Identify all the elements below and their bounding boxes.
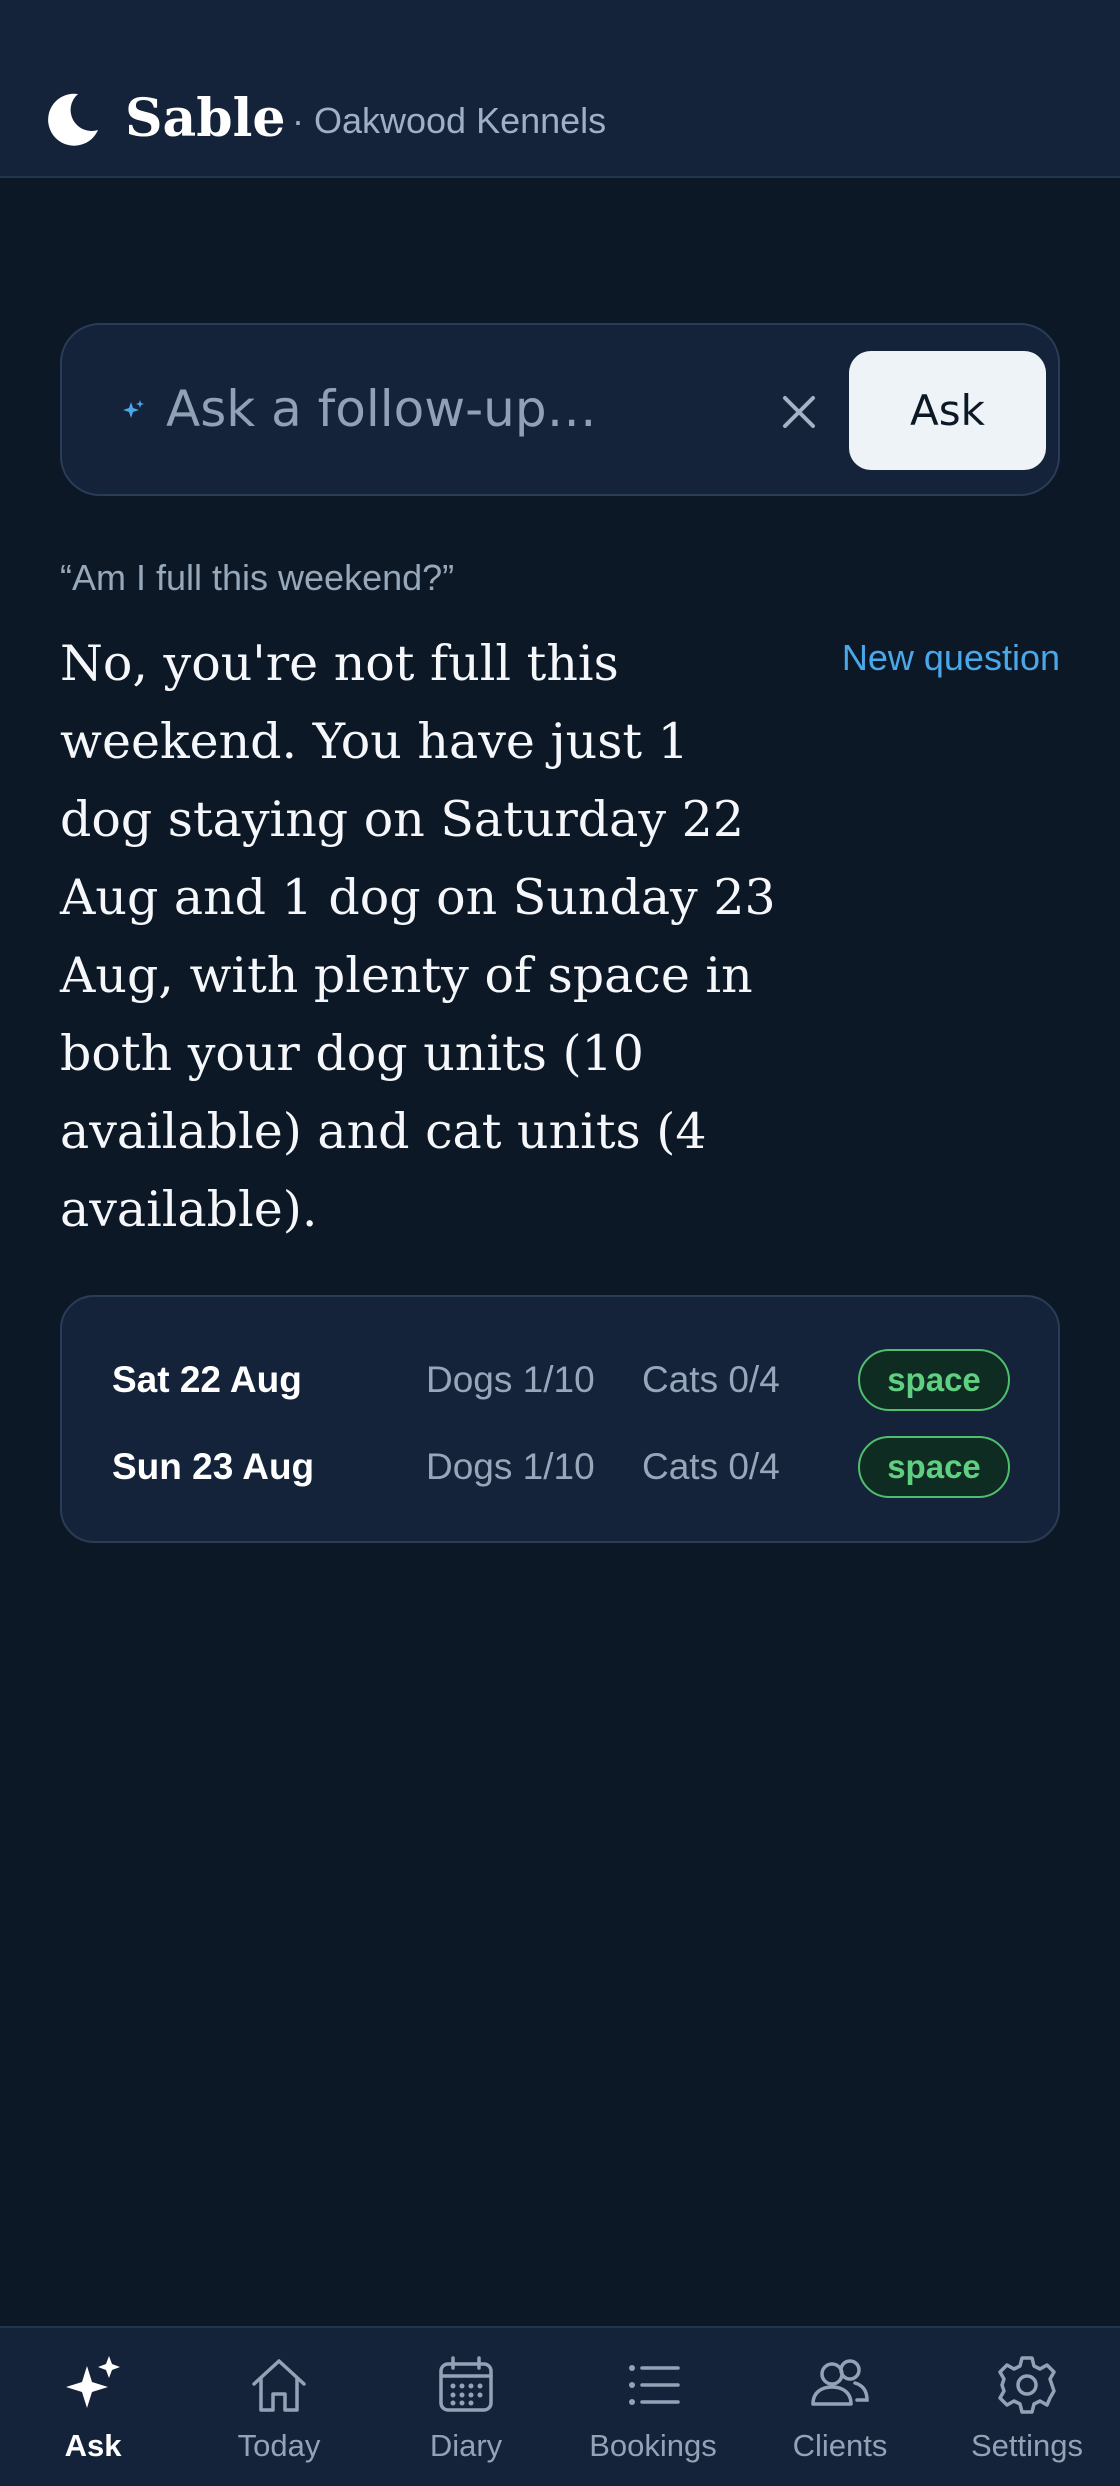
answer-text: No, you're not full this weekend. You ha… [60, 635, 776, 1238]
status-badge: space [858, 1349, 1010, 1411]
app-header: Sable · Oakwood Kennels [0, 0, 1120, 178]
nav-item-ask[interactable]: Ask [0, 2328, 186, 2486]
availability-card: Sat 22 Aug Dogs 1/10 Cats 0/4 space Sun … [60, 1295, 1060, 1543]
calendar-icon [439, 2356, 493, 2412]
row-cats: Cats 0/4 [642, 1359, 780, 1400]
app-root: Sable · Oakwood Kennels Ask “Am I full t… [0, 0, 1120, 2486]
nav-item-today[interactable]: Today [186, 2328, 372, 2486]
sparkle-icon [123, 400, 144, 418]
row-date: Sat 22 Aug [112, 1359, 302, 1400]
row-dogs: Dogs 1/10 [426, 1359, 595, 1400]
gear-icon [998, 2356, 1056, 2414]
users-icon [811, 2359, 869, 2406]
availability-row: Sun 23 Aug Dogs 1/10 Cats 0/4 space [62, 1436, 1062, 1502]
nav-item-settings[interactable]: Settings [934, 2328, 1120, 2486]
ask-box: Ask [60, 323, 1060, 496]
nav-label: Clients [792, 2428, 888, 2463]
sparkles-icon [66, 2356, 120, 2408]
follow-up-input[interactable] [166, 369, 726, 449]
asked-question: “Am I full this weekend?” [60, 557, 455, 598]
nav-label: Diary [429, 2428, 503, 2463]
nav-label: Bookings [589, 2428, 717, 2463]
status-badge: space [858, 1436, 1010, 1498]
availability-row: Sat 22 Aug Dogs 1/10 Cats 0/4 space [62, 1349, 1062, 1415]
nav-label: Today [237, 2428, 321, 2463]
row-cats: Cats 0/4 [642, 1446, 780, 1487]
close-icon[interactable] [774, 387, 824, 437]
ask-button[interactable]: Ask [849, 351, 1046, 470]
home-icon [252, 2359, 306, 2412]
nav-label: Ask [64, 2428, 122, 2463]
nav-label: Settings [970, 2428, 1083, 2463]
moon-icon [48, 93, 98, 146]
new-question-link[interactable]: New question [842, 636, 1060, 680]
bottom-nav: Ask Today Diary Bookings Clients Setting… [0, 2326, 1120, 2486]
nav-item-bookings[interactable]: Bookings [560, 2328, 746, 2486]
app-name: Sable [125, 88, 286, 149]
row-dogs: Dogs 1/10 [426, 1446, 595, 1487]
nav-item-diary[interactable]: Diary [373, 2328, 559, 2486]
list-icon [629, 2365, 680, 2405]
row-date: Sun 23 Aug [112, 1446, 315, 1487]
nav-item-clients[interactable]: Clients [747, 2328, 933, 2486]
kennel-name: · Oakwood Kennels [292, 100, 607, 141]
